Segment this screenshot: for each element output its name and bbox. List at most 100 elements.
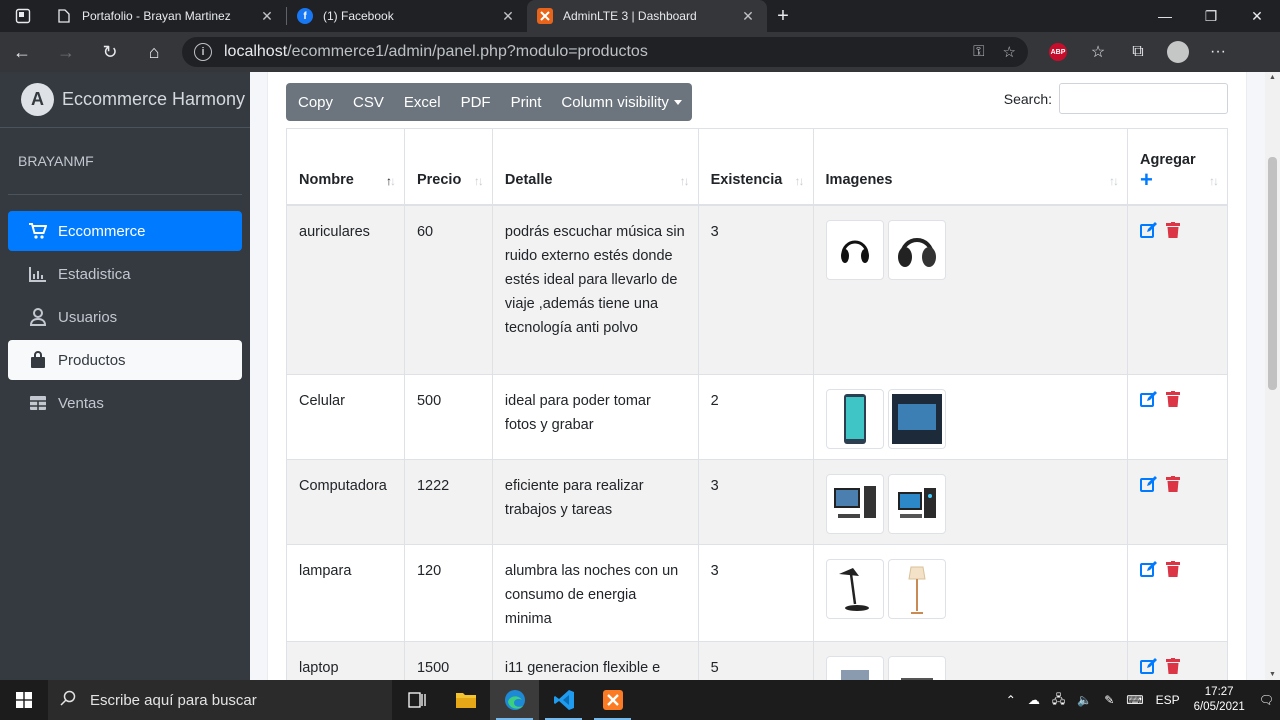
close-window-icon[interactable]: ✕: [1234, 0, 1280, 32]
task-view-icon[interactable]: [392, 680, 441, 720]
forward-icon[interactable]: →: [44, 32, 88, 72]
trash-icon[interactable]: [1166, 561, 1181, 577]
cell-acciones: [1127, 459, 1228, 545]
column-header-agregar[interactable]: Agregar + ↑↓: [1127, 128, 1228, 206]
column-header-precio[interactable]: Precio ↑↓: [403, 128, 493, 206]
browser-tab-portfolio[interactable]: Portafolio - Brayan Martinez ✕: [46, 0, 286, 32]
edit-icon[interactable]: [1140, 221, 1158, 238]
minimize-icon[interactable]: —: [1142, 0, 1188, 32]
edit-icon[interactable]: [1140, 391, 1158, 407]
brand-name: Eccommerce Harmony: [62, 89, 246, 109]
column-header-nombre[interactable]: Nombre ↑↓: [286, 128, 405, 206]
browser-tab-facebook[interactable]: f (1) Facebook ✕: [287, 0, 527, 32]
file-explorer-icon[interactable]: [441, 680, 490, 720]
tab-actions-icon[interactable]: [0, 0, 46, 32]
pen-icon[interactable]: ✎: [1098, 693, 1120, 707]
facebook-icon: f: [297, 8, 313, 24]
sidebar-item-estadistica[interactable]: Estadistica: [8, 254, 242, 294]
edit-icon[interactable]: [1140, 561, 1158, 577]
keyboard-icon[interactable]: ⌨: [1120, 693, 1149, 707]
more-icon[interactable]: ···: [1198, 32, 1238, 72]
favorites-icon[interactable]: ☆: [1078, 32, 1118, 72]
trash-icon[interactable]: [1166, 391, 1181, 407]
user-icon: [28, 308, 48, 326]
profile-avatar[interactable]: [1167, 41, 1189, 63]
clock[interactable]: 17:27 6/05/2021: [1186, 685, 1253, 715]
edge-icon[interactable]: [490, 680, 539, 720]
scroll-down-icon[interactable]: ▼: [1265, 671, 1280, 678]
cell-precio: 1222: [403, 459, 493, 545]
scroll-up-icon[interactable]: ▲: [1265, 74, 1280, 81]
notifications-icon[interactable]: 🗨: [1253, 693, 1280, 707]
trash-icon[interactable]: [1166, 221, 1181, 238]
page-scrollbar[interactable]: ▲ ▼: [1265, 72, 1280, 680]
search-input[interactable]: [1059, 83, 1228, 114]
sort-icon: ↑↓: [1109, 173, 1119, 188]
cell-imagenes: [812, 204, 1129, 375]
computer-image[interactable]: [887, 474, 946, 534]
network-icon[interactable]: 🖧: [1046, 690, 1071, 711]
info-icon[interactable]: i: [194, 43, 212, 61]
trash-icon[interactable]: [1166, 658, 1181, 674]
back-icon[interactable]: ←: [0, 32, 44, 72]
headphones-image[interactable]: [825, 219, 884, 280]
volume-icon[interactable]: 🔈: [1071, 693, 1098, 707]
browser-tab-adminlte[interactable]: AdminLTE 3 | Dashboard ✕: [527, 0, 767, 32]
taskbar-search-placeholder: Escribe aquí para buscar: [90, 691, 257, 709]
xampp-icon[interactable]: [588, 680, 637, 720]
add-product-icon[interactable]: +: [1140, 168, 1215, 190]
sort-icon: ↑↓: [794, 173, 805, 188]
column-header-detalle[interactable]: Detalle ↑↓: [491, 128, 699, 206]
close-icon[interactable]: ✕: [499, 8, 517, 25]
column-visibility-button[interactable]: Column visibility: [551, 83, 692, 121]
language-indicator[interactable]: ESP: [1150, 693, 1186, 707]
sidebar-item-usuarios[interactable]: Usuarios: [8, 297, 242, 337]
add-favorite-icon[interactable]: ☆: [1003, 43, 1016, 61]
key-icon[interactable]: ⚿: [973, 43, 984, 61]
column-header-existencia[interactable]: Existencia ↑↓: [697, 128, 814, 206]
cell-detalle: ideal para poder tomar fotos y grabar: [491, 374, 699, 460]
pdf-button[interactable]: PDF: [451, 83, 501, 121]
vscode-icon[interactable]: [539, 680, 588, 720]
tab-title: AdminLTE 3 | Dashboard: [563, 9, 697, 23]
close-icon[interactable]: ✕: [258, 8, 276, 25]
headphones-image[interactable]: [887, 219, 946, 280]
phone-image[interactable]: [825, 389, 884, 449]
tab-title: (1) Facebook: [323, 9, 394, 23]
adblock-icon[interactable]: ABP: [1049, 43, 1067, 61]
floor-lamp-image[interactable]: [887, 559, 946, 619]
copy-button[interactable]: Copy: [286, 83, 343, 121]
excel-button[interactable]: Excel: [394, 83, 451, 121]
brand-link[interactable]: A Eccommerce Harmony: [0, 72, 250, 128]
address-bar[interactable]: i localhost/ecommerce1/admin/panel.php?m…: [182, 37, 1028, 67]
browser-toolbar: ← → ↻ ⌂ i localhost/ecommerce1/admin/pan…: [0, 32, 1280, 72]
computer-image[interactable]: [825, 474, 884, 534]
scrollbar-thumb[interactable]: [1268, 157, 1277, 390]
user-panel[interactable]: BRAYANMF: [8, 128, 242, 195]
new-tab-button[interactable]: +: [767, 0, 799, 32]
print-button[interactable]: Print: [501, 83, 552, 121]
cloud-icon[interactable]: ☁: [1022, 693, 1046, 707]
edit-icon[interactable]: [1140, 658, 1158, 674]
csv-button[interactable]: CSV: [343, 83, 394, 121]
close-icon[interactable]: ✕: [739, 8, 757, 25]
edit-icon[interactable]: [1140, 476, 1158, 492]
trash-icon[interactable]: [1166, 476, 1181, 492]
collections-icon[interactable]: ⧉: [1118, 32, 1158, 72]
reload-icon[interactable]: ↻: [88, 32, 132, 72]
sidebar-item-ventas[interactable]: Ventas: [8, 383, 242, 423]
tablet-image[interactable]: [887, 389, 946, 449]
sidebar: A Eccommerce Harmony BRAYANMF Eccommerce…: [0, 72, 250, 680]
restore-icon[interactable]: ❐: [1188, 0, 1234, 32]
search-label: Search:: [1003, 90, 1052, 107]
desk-lamp-image[interactable]: [825, 559, 884, 619]
sidebar-item-productos[interactable]: Productos: [8, 340, 242, 380]
column-header-imagenes[interactable]: Imagenes ↑↓: [812, 128, 1129, 206]
home-icon[interactable]: ⌂: [132, 32, 176, 72]
chevron-up-icon[interactable]: ⌃: [1000, 693, 1022, 707]
system-tray: ⌃ ☁ 🖧 🔈 ✎ ⌨ ESP 17:27 6/05/2021 🗨: [1000, 680, 1280, 720]
cell-imagenes: [812, 459, 1129, 545]
taskbar-search[interactable]: Escribe aquí para buscar: [48, 680, 392, 720]
sidebar-item-eccommerce[interactable]: Eccommerce: [8, 211, 242, 251]
windows-start-icon[interactable]: [0, 680, 48, 720]
